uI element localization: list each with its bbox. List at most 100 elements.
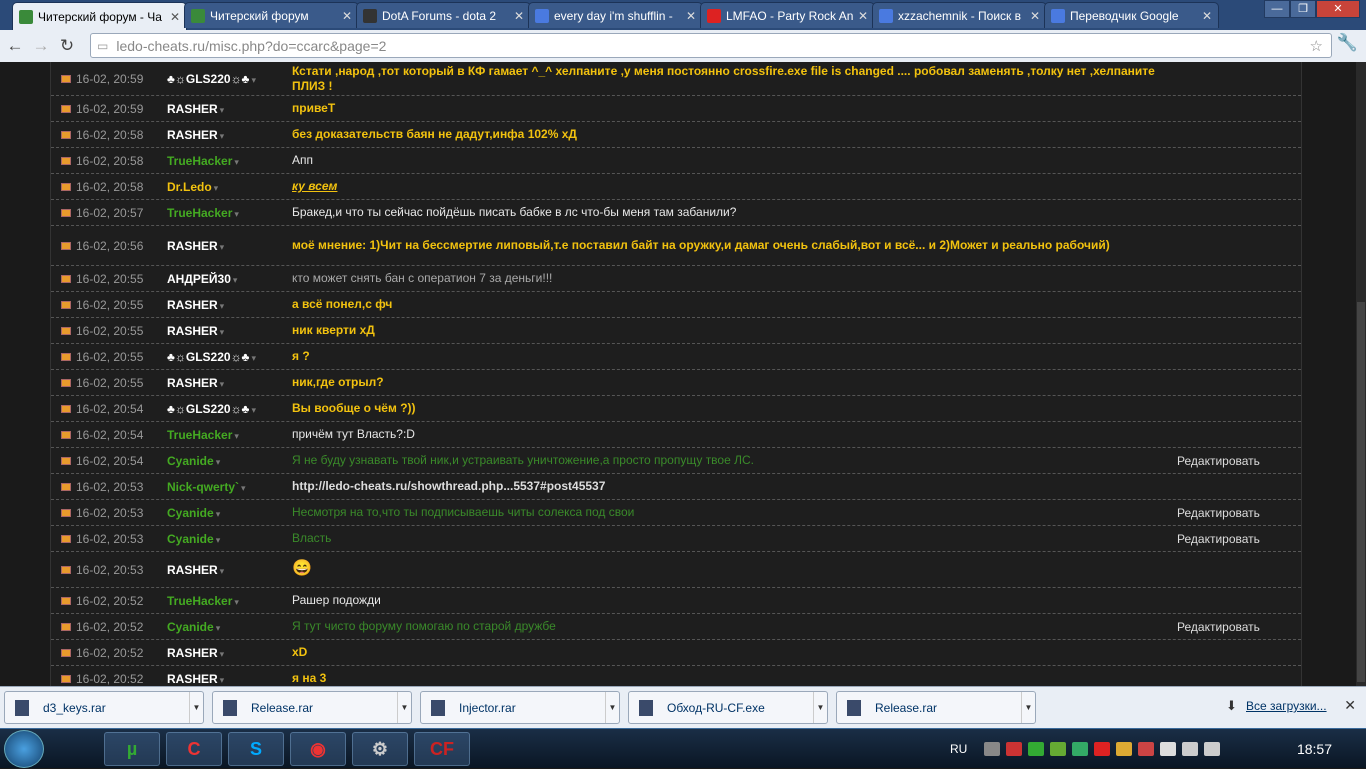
tray-icon[interactable] <box>1138 742 1155 756</box>
chat-username[interactable]: TrueHacker ▾ <box>167 594 292 608</box>
username-text[interactable]: RASHER <box>167 672 218 686</box>
user-menu-chevron-icon[interactable]: ▾ <box>216 509 221 519</box>
maximize-button[interactable]: ❐ <box>1290 0 1316 18</box>
tab-close-icon[interactable]: ✕ <box>1030 9 1040 23</box>
user-menu-chevron-icon[interactable]: ▾ <box>220 566 225 576</box>
chrome-icon[interactable]: ◉ <box>290 732 346 766</box>
chat-username[interactable]: RASHER ▾ <box>167 128 292 142</box>
chat-username[interactable]: Cyanide ▾ <box>167 532 292 546</box>
username-text[interactable]: RASHER <box>167 298 218 312</box>
tab-5[interactable]: xzzachemnik - Поиск в ✕ <box>872 2 1047 28</box>
username-text[interactable]: RASHER <box>167 128 218 142</box>
chat-username[interactable]: ♣☼GLS220☼♣ ▾ <box>167 402 292 416</box>
username-text[interactable]: ♣☼GLS220☼♣ <box>167 350 249 364</box>
reload-button[interactable]: ↻ <box>54 33 80 59</box>
volume-icon[interactable] <box>1006 742 1023 756</box>
user-menu-chevron-icon[interactable]: ▾ <box>216 457 221 467</box>
edit-link[interactable]: Редактировать <box>1177 620 1260 634</box>
tray-icon[interactable] <box>1072 742 1089 756</box>
chat-username[interactable]: RASHER ▾ <box>167 646 292 660</box>
username-text[interactable]: TrueHacker <box>167 428 232 442</box>
chat-username[interactable]: TrueHacker ▾ <box>167 206 292 220</box>
user-menu-chevron-icon[interactable]: ▾ <box>241 483 246 493</box>
download-menu-chevron-icon[interactable]: ▼ <box>1021 692 1035 723</box>
tab-close-icon[interactable]: ✕ <box>342 9 352 23</box>
user-menu-chevron-icon[interactable]: ▾ <box>220 649 225 659</box>
chat-username[interactable]: RASHER ▾ <box>167 102 292 116</box>
tab-0[interactable]: Читерский форум - Ча ✕ <box>12 2 187 30</box>
chat-username[interactable]: Dr.Ledo ▾ <box>167 180 292 194</box>
download-item[interactable]: Release.rar ▼ <box>836 691 1036 724</box>
back-button[interactable]: ← <box>2 33 28 59</box>
download-filename[interactable]: Обход-RU-CF.exe <box>667 701 765 715</box>
close-window-button[interactable]: ✕ <box>1316 0 1360 18</box>
user-menu-chevron-icon[interactable]: ▾ <box>220 105 225 115</box>
username-text[interactable]: RASHER <box>167 563 218 577</box>
minimize-button[interactable]: — <box>1264 0 1290 18</box>
chat-username[interactable]: TrueHacker ▾ <box>167 154 292 168</box>
utorrent-icon[interactable]: µ <box>104 732 160 766</box>
chat-username[interactable]: RASHER ▾ <box>167 376 292 390</box>
tab-4[interactable]: LMFAO - Party Rock An ✕ <box>700 2 875 28</box>
username-text[interactable]: Cyanide <box>167 532 214 546</box>
forward-button[interactable]: → <box>28 33 54 59</box>
chat-username[interactable]: Cyanide ▾ <box>167 506 292 520</box>
edit-link[interactable]: Редактировать <box>1177 454 1260 468</box>
user-menu-chevron-icon[interactable]: ▾ <box>220 131 225 141</box>
network-icon[interactable] <box>1182 742 1199 756</box>
steam-tray-icon[interactable] <box>984 742 1001 756</box>
user-menu-chevron-icon[interactable]: ▾ <box>251 405 256 415</box>
alert-icon[interactable] <box>1094 742 1111 756</box>
username-text[interactable]: Dr.Ledo <box>167 180 212 194</box>
chat-username[interactable]: RASHER ▾ <box>167 563 292 577</box>
tab-close-icon[interactable]: ✕ <box>858 9 868 23</box>
user-menu-chevron-icon[interactable]: ▾ <box>216 623 221 633</box>
tab-close-icon[interactable]: ✕ <box>1202 9 1212 23</box>
user-menu-chevron-icon[interactable]: ▾ <box>234 157 239 167</box>
download-item[interactable]: Release.rar ▼ <box>212 691 412 724</box>
language-indicator[interactable]: RU <box>950 742 967 756</box>
chat-username[interactable]: RASHER ▾ <box>167 672 292 686</box>
start-button[interactable] <box>4 730 44 768</box>
tab-2[interactable]: DotA Forums - dota 2 ✕ <box>356 2 531 28</box>
chat-username[interactable]: ♣☼GLS220☼♣ ▾ <box>167 350 292 364</box>
download-item[interactable]: Обход-RU-CF.exe ▼ <box>628 691 828 724</box>
user-menu-chevron-icon[interactable]: ▾ <box>220 675 225 685</box>
username-text[interactable]: RASHER <box>167 324 218 338</box>
username-text[interactable]: Nick-qwerty` <box>167 480 239 494</box>
username-text[interactable]: RASHER <box>167 376 218 390</box>
tab-1[interactable]: Читерский форум ✕ <box>184 2 359 28</box>
tray-icon[interactable] <box>1160 742 1177 756</box>
user-menu-chevron-icon[interactable]: ▾ <box>234 597 239 607</box>
user-menu-chevron-icon[interactable]: ▾ <box>220 301 225 311</box>
username-text[interactable]: RASHER <box>167 102 218 116</box>
clock[interactable]: 18:57 <box>1297 741 1332 757</box>
steam-icon[interactable]: ⚙ <box>352 732 408 766</box>
user-menu-chevron-icon[interactable]: ▾ <box>220 327 225 337</box>
username-text[interactable]: TrueHacker <box>167 154 232 168</box>
all-downloads-link[interactable]: Все загрузки... <box>1246 699 1327 713</box>
tab-close-icon[interactable]: ✕ <box>170 10 180 24</box>
download-menu-chevron-icon[interactable]: ▼ <box>813 692 827 723</box>
tab-6[interactable]: Переводчик Google ✕ <box>1044 2 1219 28</box>
chat-username[interactable]: Nick-qwerty` ▾ <box>167 480 292 494</box>
user-menu-chevron-icon[interactable]: ▾ <box>233 275 238 285</box>
tab-3[interactable]: every day i'm shufflin - ✕ <box>528 2 703 28</box>
chat-username[interactable]: RASHER ▾ <box>167 324 292 338</box>
chat-message[interactable]: http://ledo-cheats.ru/showthread.php...5… <box>292 479 1301 494</box>
address-bar[interactable]: ▭ ledo-cheats.ru/misc.php?do=ccarc&page=… <box>90 33 1332 58</box>
user-menu-chevron-icon[interactable]: ▾ <box>251 353 256 363</box>
download-filename[interactable]: d3_keys.rar <box>43 701 106 715</box>
username-text[interactable]: Cyanide <box>167 506 214 520</box>
download-filename[interactable]: Injector.rar <box>459 701 516 715</box>
download-item[interactable]: Injector.rar ▼ <box>420 691 620 724</box>
username-text[interactable]: TrueHacker <box>167 206 232 220</box>
download-menu-chevron-icon[interactable]: ▼ <box>397 692 411 723</box>
utorrent-tray-icon[interactable] <box>1028 742 1045 756</box>
download-filename[interactable]: Release.rar <box>251 701 313 715</box>
chat-username[interactable]: Cyanide ▾ <box>167 454 292 468</box>
scrollbar-thumb[interactable] <box>1357 302 1365 682</box>
user-menu-chevron-icon[interactable]: ▾ <box>220 242 225 252</box>
skype-icon[interactable]: S <box>228 732 284 766</box>
tray-icon[interactable] <box>1116 742 1133 756</box>
